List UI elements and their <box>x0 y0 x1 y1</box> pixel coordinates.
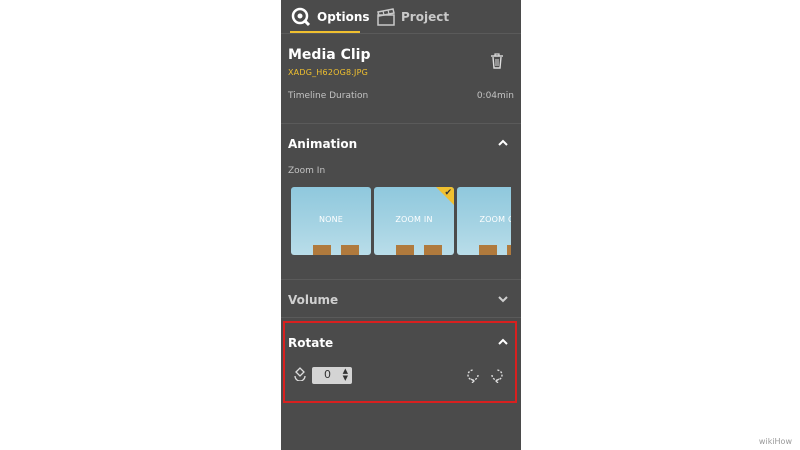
tab-options[interactable]: Options <box>291 4 370 30</box>
bench-graphic <box>313 245 331 255</box>
section-divider <box>281 317 521 318</box>
section-divider <box>281 123 521 124</box>
checkmark-icon: ✔ <box>444 188 452 198</box>
animation-option-zoom-in[interactable]: ZOOM IN ✔ <box>374 187 454 255</box>
rotate-counterclockwise-icon[interactable] <box>465 367 481 383</box>
clip-filename: XADG_H62OG8.JPG <box>288 68 369 77</box>
tabs-divider <box>281 33 521 34</box>
rotate-highlight-box <box>283 321 517 403</box>
section-divider <box>281 279 521 280</box>
bench-graphic <box>507 245 511 255</box>
chevron-up-icon[interactable] <box>498 139 508 147</box>
animation-option-zoom-out[interactable]: ZOOM O <box>457 187 511 255</box>
chevron-down-icon[interactable] <box>498 295 508 303</box>
options-panel: Options Project Media Clip XADG_H62OG8.J… <box>281 0 521 450</box>
rotate-angle-value: 0 <box>324 368 331 381</box>
stepper-arrows-icon[interactable]: ▲ ▼ <box>343 368 348 382</box>
tab-options-label: Options <box>317 10 370 24</box>
rotate-angle-input[interactable]: 0 ▲ ▼ <box>312 367 352 384</box>
watermark-text: wikiHow <box>758 437 792 446</box>
timeline-duration-label: Timeline Duration <box>288 91 369 101</box>
clapperboard-icon <box>377 8 395 26</box>
rotate-title: Rotate <box>288 336 334 350</box>
rotate-clockwise-icon[interactable] <box>489 367 505 383</box>
animation-option-label: NONE <box>318 215 344 224</box>
animation-option-label: ZOOM IN <box>395 215 433 224</box>
bench-graphic <box>424 245 442 255</box>
bench-graphic <box>479 245 497 255</box>
timeline-duration-value: 0:04min <box>476 91 514 101</box>
options-icon <box>291 7 311 27</box>
animation-option-label: ZOOM O <box>479 215 511 224</box>
animation-selected-label: Zoom In <box>288 166 326 176</box>
bench-graphic <box>341 245 359 255</box>
tab-project-label: Project <box>401 10 450 24</box>
volume-title[interactable]: Volume <box>288 293 338 307</box>
animation-title: Animation <box>288 137 358 151</box>
rotate-angle-icon <box>294 367 306 381</box>
tab-project[interactable]: Project <box>377 4 449 30</box>
tab-bar: Options Project <box>281 0 521 34</box>
clip-title: Media Clip <box>288 47 371 63</box>
chevron-up-icon[interactable] <box>498 338 508 346</box>
bench-graphic <box>396 245 414 255</box>
trash-icon[interactable] <box>490 53 504 69</box>
animation-option-none[interactable]: NONE <box>291 187 371 255</box>
animation-options: NONE ZOOM IN ✔ ZOOM O <box>291 187 511 255</box>
